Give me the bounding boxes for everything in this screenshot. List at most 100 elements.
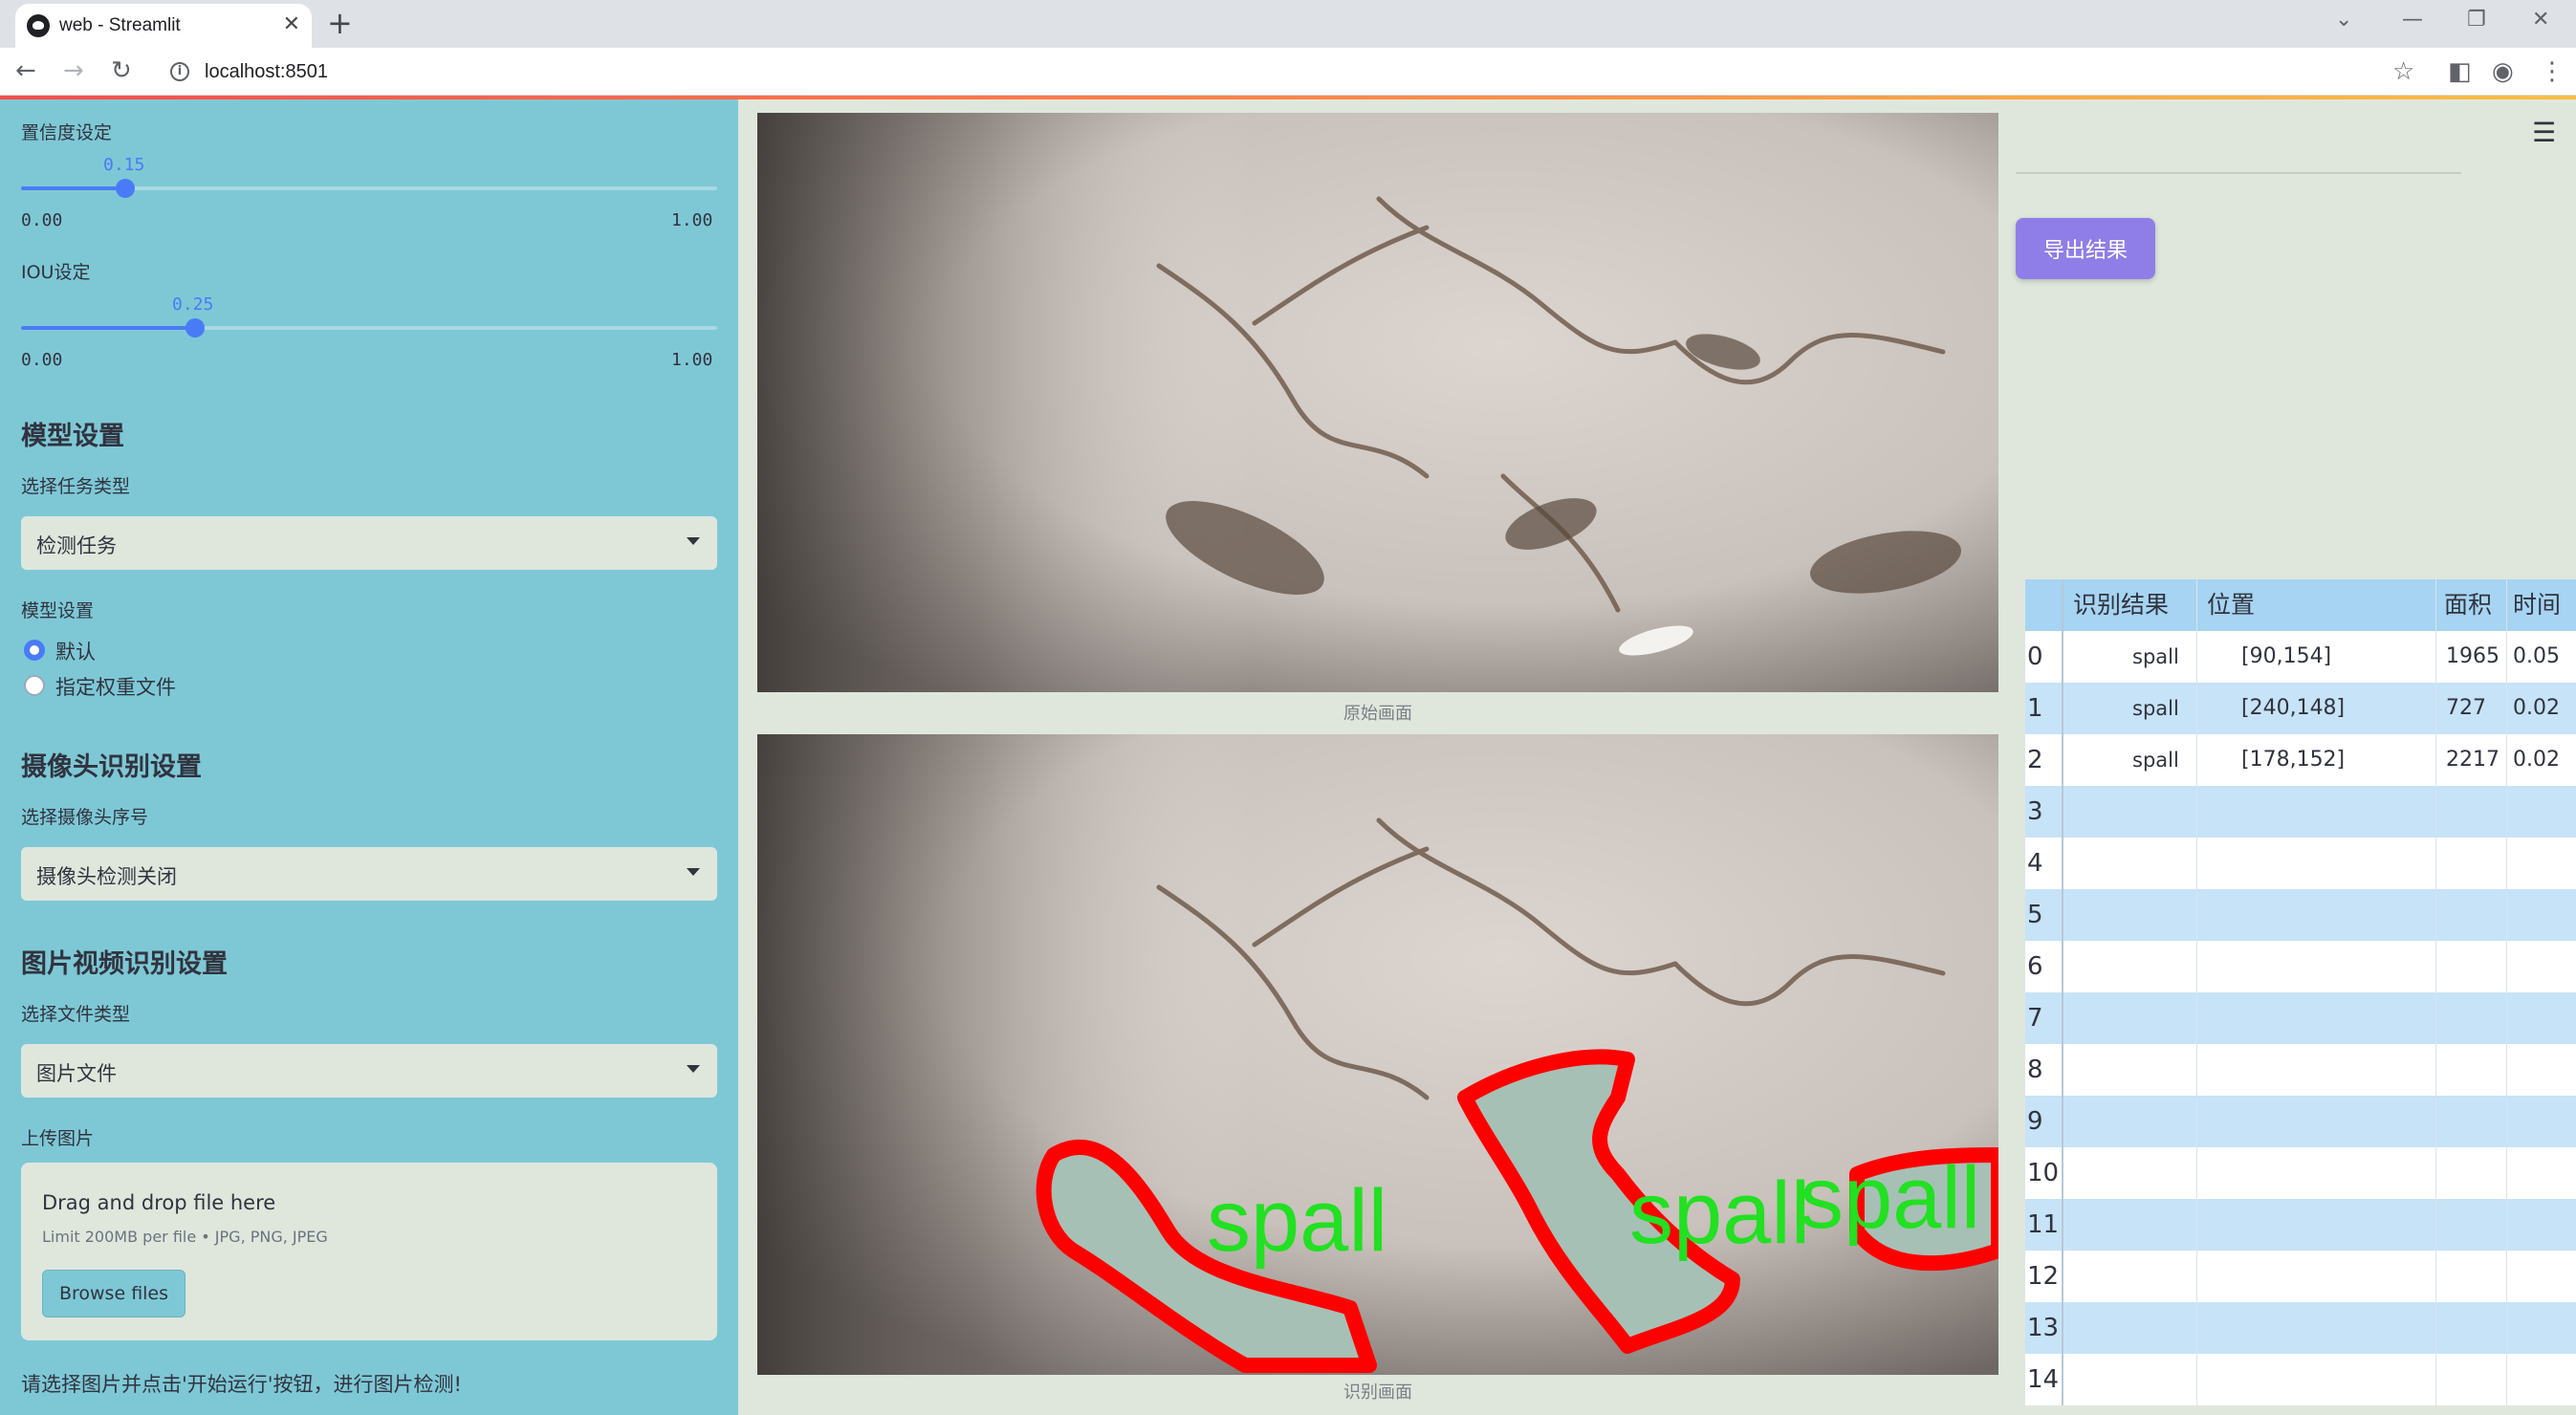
table-cell-position: [178,152] [2197, 734, 2436, 786]
table-cell-time [2507, 1096, 2576, 1147]
table-cell-time: 0.05 [2513, 644, 2560, 668]
radio-selected-icon[interactable] [24, 640, 45, 661]
url-text[interactable]: localhost:8501 [205, 61, 328, 83]
table-cell-area [2436, 838, 2507, 889]
table-row[interactable]: 0 spall [90,154] 1965 0.05 [2025, 631, 2576, 683]
browser-menu-icon[interactable]: ⋮ [2540, 57, 2565, 86]
camera-select[interactable]: 摄像头检测关闭 [21, 847, 717, 901]
back-arrow-icon[interactable]: ← [15, 56, 36, 85]
row-index: 1 [2025, 683, 2063, 734]
table-cell-time [2507, 1251, 2576, 1302]
file-type-select[interactable]: 图片文件 [21, 1044, 717, 1098]
row-index: 2 [2025, 734, 2063, 786]
table-cell-result [2063, 889, 2197, 941]
table-row[interactable]: 11 [2025, 1199, 2576, 1251]
confidence-max: 1.00 [671, 210, 713, 230]
task-type-select[interactable]: 检测任务 [21, 516, 717, 570]
camera-settings-heading: 摄像头识别设置 [21, 752, 202, 782]
browse-files-button[interactable]: Browse files [42, 1270, 186, 1317]
forward-arrow-icon[interactable]: → [63, 56, 84, 85]
table-cell-time [2507, 1354, 2576, 1405]
new-tab-icon[interactable]: + [327, 5, 353, 41]
confidence-label: 置信度设定 [21, 122, 113, 143]
table-cell-result [2063, 1147, 2197, 1199]
table-cell-position [2197, 1199, 2436, 1251]
table-header-cell[interactable]: 时间 [2507, 579, 2576, 631]
detection-label: spall [1800, 1149, 1980, 1247]
table-cell-position [2197, 941, 2436, 992]
table-row[interactable]: 13 [2025, 1302, 2576, 1354]
hamburger-menu-icon[interactable]: ☰ [2532, 117, 2556, 148]
tab-close-icon[interactable]: ✕ [283, 12, 300, 36]
table-cell-position [2197, 889, 2436, 941]
row-index: 6 [2025, 941, 2063, 992]
browser-tab[interactable]: web - Streamlit ✕ [15, 4, 312, 48]
row-index: 11 [2025, 1199, 2063, 1251]
row-index: 12 [2025, 1251, 2063, 1302]
table-row[interactable]: 6 [2025, 941, 2576, 992]
radio-unselected-icon[interactable] [24, 675, 45, 696]
iou-label: IOU设定 [21, 262, 91, 283]
table-cell-position: [90,154] [2197, 631, 2436, 683]
table-header-cell[interactable]: 识别结果 [2063, 579, 2197, 631]
table-cell-result: spall [2063, 683, 2197, 734]
iou-slider[interactable] [21, 318, 717, 337]
minimize-icon[interactable]: — [2402, 8, 2423, 32]
task-type-label: 选择任务类型 [21, 476, 131, 497]
window-close-icon[interactable]: ✕ [2532, 8, 2549, 32]
table-cell-time: 0.02 [2513, 696, 2560, 720]
table-row[interactable]: 4 [2025, 838, 2576, 889]
table-cell-area [2436, 941, 2507, 992]
table-header-cell[interactable]: 位置 [2197, 579, 2436, 631]
site-info-icon[interactable]: i [170, 62, 189, 81]
confidence-slider[interactable] [21, 179, 717, 198]
tab-search-chevron-icon[interactable]: ⌄ [2335, 8, 2352, 32]
detection-image: spall spall spall [757, 734, 1998, 1375]
table-cell-time [2507, 941, 2576, 992]
table-cell-area: 2217 [2436, 734, 2507, 786]
export-results-button[interactable]: 导出结果 [2016, 218, 2155, 279]
side-panel-icon[interactable]: ◧ [2448, 57, 2472, 86]
table-row[interactable]: 7 [2025, 992, 2576, 1044]
table-row[interactable]: 14 [2025, 1354, 2576, 1405]
detection-result-image: spall spall spall [757, 734, 1998, 1375]
table-row[interactable]: 12 [2025, 1251, 2576, 1302]
table-row[interactable]: 8 [2025, 1044, 2576, 1096]
iou-min: 0.00 [21, 350, 63, 370]
table-cell-time [2507, 1302, 2576, 1354]
table-header-cell [2025, 579, 2063, 631]
radio-custom-weights-label: 指定权重文件 [55, 676, 176, 699]
confidence-slider-thumb[interactable] [116, 179, 136, 198]
iou-slider-thumb[interactable] [186, 318, 205, 337]
table-cell-position [2197, 1147, 2436, 1199]
table-row[interactable]: 5 [2025, 889, 2576, 941]
table-cell-result: spall [2063, 734, 2197, 786]
table-row[interactable]: 1 spall [240,148] 727 0.02 [2025, 683, 2576, 734]
table-cell-result [2063, 1302, 2197, 1354]
table-row[interactable]: 3 [2025, 786, 2576, 838]
detected-caption: 识别画面 [1343, 1382, 1412, 1403]
bookmark-star-icon[interactable]: ☆ [2392, 57, 2414, 86]
row-index: 8 [2025, 1044, 2063, 1096]
table-cell-time: 0.02 [2513, 748, 2560, 772]
table-cell-area: 727 [2436, 683, 2507, 734]
table-row[interactable]: 2 spall [178,152] 2217 0.02 [2025, 734, 2576, 786]
table-row[interactable]: 9 [2025, 1096, 2576, 1147]
file-dropzone[interactable]: Drag and drop file here Limit 200MB per … [21, 1163, 717, 1340]
row-index: 14 [2025, 1354, 2063, 1405]
profile-avatar-icon[interactable]: ◉ [2492, 57, 2514, 86]
table-row[interactable]: 10 [2025, 1147, 2576, 1199]
table-cell-area [2436, 1251, 2507, 1302]
table-cell-position [2197, 1096, 2436, 1147]
confidence-min: 0.00 [21, 210, 63, 230]
chevron-down-icon [687, 868, 700, 876]
table-cell-position [2197, 1251, 2436, 1302]
row-index: 9 [2025, 1096, 2063, 1147]
restore-icon[interactable]: ❐ [2467, 8, 2486, 32]
table-header-cell[interactable]: 面积 [2436, 579, 2507, 631]
reload-icon[interactable]: ↻ [111, 56, 132, 85]
model-label: 模型设置 [21, 600, 95, 621]
address-bar[interactable]: i localhost:8501 [157, 54, 2413, 90]
table-cell-position [2197, 786, 2436, 838]
media-settings-heading: 图片视频识别设置 [21, 949, 228, 979]
